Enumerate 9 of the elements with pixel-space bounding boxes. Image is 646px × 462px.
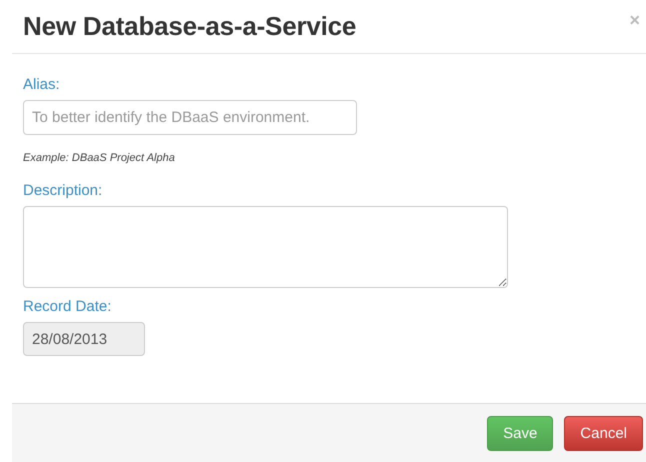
field-label: Record Date:	[23, 298, 112, 315]
field-label: Description:	[23, 182, 102, 199]
cancel-button[interactable]: Cancel	[564, 416, 643, 450]
alias-field[interactable]: To better identify the DBaaS environment.	[23, 100, 357, 135]
hint-text: Example: DBaaS Project Alpha	[23, 152, 175, 164]
save-button[interactable]: Save	[487, 416, 554, 450]
dialog-title: New Database-as-a-Service	[23, 11, 356, 42]
field-label: Alias:	[23, 76, 60, 93]
description-field[interactable]	[23, 206, 508, 288]
